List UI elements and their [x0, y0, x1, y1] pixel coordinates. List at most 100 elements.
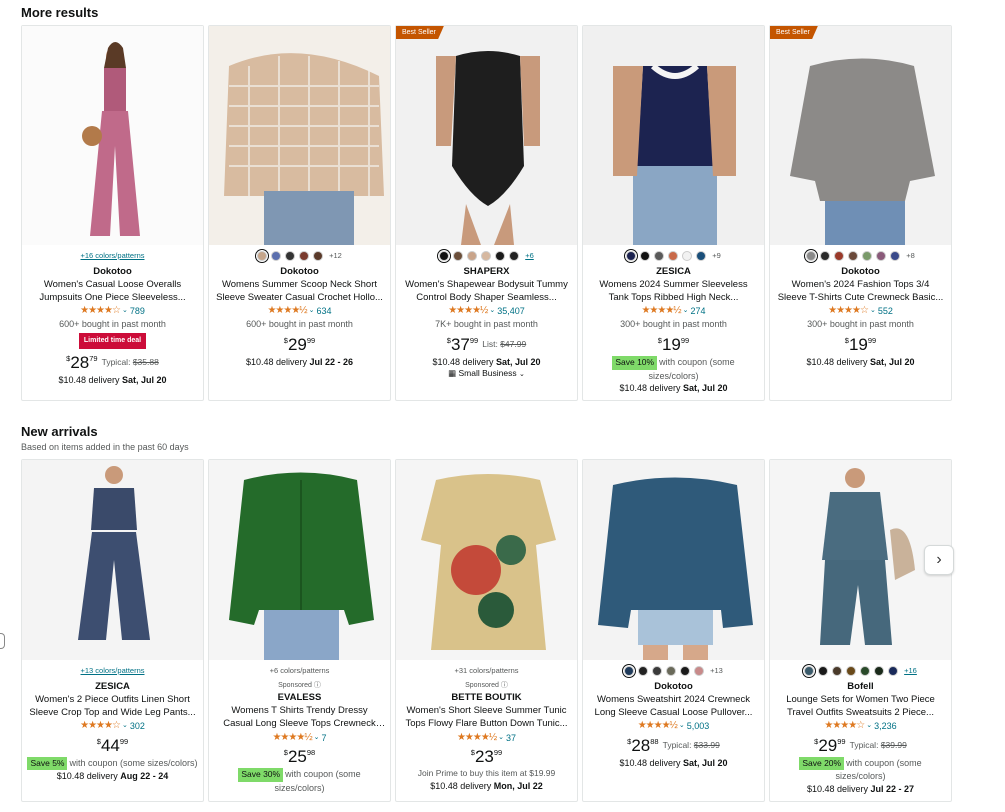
color-swatch[interactable]	[874, 666, 885, 676]
rating[interactable]: ★★★★½ ⌄ 5,003	[587, 719, 760, 733]
product-title[interactable]: Womens Sweatshirt 2024 Crewneck Long Sle…	[587, 694, 760, 720]
product-card[interactable]: +12 Dokotoo Womens Summer Scoop Neck Sho…	[208, 25, 391, 401]
product-title[interactable]: Womens 2024 Summer Sleeveless Tank Tops …	[587, 279, 760, 305]
product-image[interactable]	[22, 26, 203, 245]
rating[interactable]: ★★★★½ ⌄ 7	[213, 731, 386, 745]
product-image[interactable]	[583, 26, 764, 245]
rating[interactable]: ★★★★½ ⌄ 634	[213, 304, 386, 318]
color-swatch[interactable]	[682, 251, 693, 261]
typical-price: Typical: $33.99	[662, 740, 720, 751]
color-swatch[interactable]	[834, 251, 845, 261]
star-rating-icon: ★★★★½	[448, 305, 488, 317]
color-swatch[interactable]	[638, 666, 649, 676]
color-swatch[interactable]	[654, 251, 665, 261]
more-colors-count[interactable]: +12	[329, 251, 342, 261]
color-swatch[interactable]	[453, 251, 464, 261]
color-swatch[interactable]	[467, 251, 478, 261]
rating-count: 789	[129, 306, 145, 317]
product-image[interactable]	[209, 460, 390, 660]
color-swatch[interactable]	[257, 251, 268, 261]
product-title[interactable]: Lounge Sets for Women Two Piece Travel O…	[774, 694, 947, 720]
more-colors-count[interactable]: +9	[712, 251, 721, 261]
color-swatch[interactable]	[626, 251, 637, 261]
product-image[interactable]	[209, 26, 390, 245]
small-business-badge[interactable]: ▦ Small Business ⌄	[400, 368, 573, 379]
product-title[interactable]: Women's Casual Loose Overalls Jumpsuits …	[26, 279, 199, 305]
color-swatch[interactable]	[439, 251, 450, 261]
more-colors-count[interactable]: +6	[525, 251, 534, 261]
product-title[interactable]: Womens T Shirts Trendy Dressy Casual Lon…	[213, 705, 386, 731]
product-card[interactable]: +9 ZESICA Womens 2024 Summer Sleeveless …	[582, 25, 765, 401]
color-swatch[interactable]	[680, 666, 691, 676]
color-swatch[interactable]	[495, 251, 506, 261]
product-title[interactable]: Womens Summer Scoop Neck Short Sleeve Sw…	[213, 279, 386, 305]
color-swatch[interactable]	[694, 666, 705, 676]
color-swatch[interactable]	[481, 251, 492, 261]
product-title[interactable]: Women's 2024 Fashion Tops 3/4 Sleeve T-S…	[774, 279, 947, 305]
carousel-next-button[interactable]: ›	[924, 545, 954, 575]
color-swatch[interactable]	[832, 666, 843, 676]
colors-patterns-link[interactable]: +13 colors/patterns	[81, 666, 145, 675]
color-swatch[interactable]	[804, 666, 815, 676]
product-title[interactable]: Women's Short Sleeve Summer Tunic Tops F…	[400, 705, 573, 731]
color-swatch[interactable]	[876, 251, 887, 261]
product-image[interactable]	[396, 26, 577, 245]
product-title[interactable]: Women's Shapewear Bodysuit Tummy Control…	[400, 279, 573, 305]
color-swatch[interactable]	[888, 666, 899, 676]
delivery-info: $10.48 delivery Sat, Jul 20	[619, 382, 728, 393]
bought-count: 600+ bought in past month	[59, 318, 166, 329]
price: $19 99	[844, 335, 877, 355]
color-swatch[interactable]	[668, 251, 679, 261]
product-card[interactable]: +16 Bofell Lounge Sets for Women Two Pie…	[769, 459, 952, 802]
color-swatch[interactable]	[271, 251, 282, 261]
rating[interactable]: ★★★★☆ ⌄ 3,236	[774, 719, 947, 733]
product-card[interactable]: +6 colors/patterns Sponsored ⓘ EVALESS W…	[208, 459, 391, 802]
color-swatch[interactable]	[509, 251, 520, 261]
color-swatch[interactable]	[666, 666, 677, 676]
color-swatch[interactable]	[860, 666, 871, 676]
product-title[interactable]: Women's 2 Piece Outfits Linen Short Slee…	[26, 694, 199, 720]
product-image[interactable]	[583, 460, 764, 660]
color-swatch[interactable]	[696, 251, 707, 261]
color-swatch[interactable]	[890, 251, 901, 261]
more-colors-count[interactable]: +13	[710, 666, 723, 676]
product-card[interactable]: +31 colors/patterns Sponsored ⓘ BETTE BO…	[395, 459, 578, 802]
product-card[interactable]: Best Seller +6 SHAPERX Women's Shapewear…	[395, 25, 578, 401]
product-card[interactable]: Best Seller +8 Dokotoo Women's 2024 Fash…	[769, 25, 952, 401]
color-swatch[interactable]	[820, 251, 831, 261]
product-image[interactable]	[396, 460, 577, 660]
color-swatch[interactable]	[818, 666, 829, 676]
color-swatch[interactable]	[313, 251, 324, 261]
more-colors-count[interactable]: +16	[904, 666, 917, 676]
colors-patterns-link[interactable]: +16 colors/patterns	[81, 251, 145, 260]
product-card[interactable]: +13 colors/patterns ZESICA Women's 2 Pie…	[21, 459, 204, 802]
color-swatch[interactable]	[848, 251, 859, 261]
color-swatch[interactable]	[862, 251, 873, 261]
product-card[interactable]: +16 colors/patterns Dokotoo Women's Casu…	[21, 25, 204, 401]
color-swatch[interactable]	[624, 666, 635, 676]
color-swatch[interactable]	[846, 666, 857, 676]
rating[interactable]: ★★★★½ ⌄ 37	[400, 731, 573, 745]
color-swatch[interactable]	[652, 666, 663, 676]
rating[interactable]: ★★★★☆ ⌄ 789	[26, 304, 199, 318]
colors-patterns-text: +6 colors/patterns	[269, 666, 330, 675]
color-swatch[interactable]	[640, 251, 651, 261]
rating[interactable]: ★★★★☆ ⌄ 302	[26, 719, 199, 733]
product-image[interactable]	[22, 460, 203, 660]
product-image[interactable]	[770, 26, 951, 245]
rating[interactable]: ★★★★☆ ⌄ 552	[774, 304, 947, 318]
rating[interactable]: ★★★★½ ⌄ 274	[587, 304, 760, 318]
color-swatch[interactable]	[285, 251, 296, 261]
chevron-down-icon: ⌄	[313, 733, 320, 741]
more-colors-count[interactable]: +8	[906, 251, 915, 261]
product-card[interactable]: +13 Dokotoo Womens Sweatshirt 2024 Crewn…	[582, 459, 765, 802]
rating[interactable]: ★★★★½ ⌄ 35,407	[400, 304, 573, 318]
sponsored-label[interactable]: Sponsored ⓘ	[213, 681, 386, 690]
color-swatch[interactable]	[806, 251, 817, 261]
delivery-info: $10.48 delivery Mon, Jul 22	[430, 780, 543, 791]
best-seller-badge: Best Seller	[396, 26, 444, 39]
price-block: $25 98	[213, 748, 386, 766]
sponsored-label[interactable]: Sponsored ⓘ	[400, 681, 573, 690]
carousel-prev-edge[interactable]	[0, 633, 5, 649]
color-swatch[interactable]	[299, 251, 310, 261]
